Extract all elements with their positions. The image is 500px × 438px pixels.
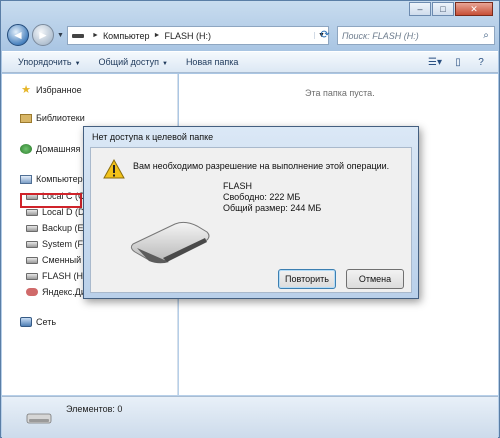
tree-item-drive[interactable]: System (F:) [26,239,89,249]
computer-icon [20,174,32,184]
recent-pages-dropdown-icon[interactable]: ▼ [57,32,64,39]
breadcrumb-computer[interactable]: Компьютер [103,31,150,41]
tree-item-yandex-disk[interactable]: Яндекс.Дис [26,287,90,297]
tree-item-libraries[interactable]: Библиотеки [20,113,85,123]
address-bar[interactable]: ► Компьютер ► FLASH (H:) ▼ [67,26,329,45]
caption-buttons: – □ ✕ [408,2,493,16]
drive-icon [26,240,38,248]
drive-icon [26,256,38,264]
tree-item-homegroup[interactable]: Домашняя г [20,144,86,154]
tree-item-computer[interactable]: Компьютер [20,174,83,184]
drive-info: FLASH Свободно: 222 МБ Общий размер: 244… [223,181,321,214]
tree-item-drive[interactable]: Сменный ( [26,255,87,265]
tree-item-drive[interactable]: Local D (D:) [26,207,90,217]
drive-icon [26,224,38,232]
minimize-button[interactable]: – [409,2,431,16]
dialog-body: Вам необходимо разрешение на выполнение … [90,147,412,293]
tree-item-label: FLASH (H:) [42,271,89,281]
command-bar: Упорядочить ▼ Общий доступ ▼ Новая папка ☰… [2,51,498,73]
tree-item-label: Библиотеки [36,113,85,123]
empty-folder-message: Эта папка пуста. [305,88,375,98]
tree-item-network[interactable]: Сеть [20,317,56,327]
breadcrumb-separator-icon[interactable]: ► [92,32,99,39]
share-label: Общий доступ [98,57,159,67]
explorer-window: – □ ✕ ◄ ► ▼ ► Компьютер ► FLASH (H:) ▼ ⟳… [0,0,500,438]
forward-button[interactable]: ► [32,24,54,46]
view-options-icon[interactable]: ☰▾ [426,55,444,70]
breadcrumb-current[interactable]: FLASH (H:) [164,31,314,41]
usb-drive-icon [26,272,38,280]
drive-total-size: Общий размер: 244 МБ [223,203,322,213]
yandex-disk-icon [26,288,38,296]
library-icon [20,113,32,123]
selection-highlight [20,193,82,208]
drive-icon [72,33,84,38]
tree-item-label: Компьютер [36,174,83,184]
drive-name: FLASH [223,181,253,191]
organize-label: Упорядочить [18,57,72,67]
tree-item-flash-drive[interactable]: FLASH (H:) [26,271,89,281]
cancel-button[interactable]: Отмена [346,269,404,289]
tree-item-label: Домашняя г [36,144,87,154]
close-button[interactable]: ✕ [455,2,493,16]
usb-drive-icon [26,413,52,424]
drive-icon [26,208,38,216]
tree-item-label: Backup (E:) [42,223,90,233]
usb-drive-icon [130,221,210,264]
access-denied-dialog: Нет доступа к целевой папке Вам необходи… [83,126,419,299]
organize-menu[interactable]: Упорядочить ▼ [18,57,81,67]
drive-free-space: Свободно: 222 МБ [223,192,301,202]
network-icon [20,317,32,327]
tree-item-label: System (F:) [42,239,89,249]
preview-pane-icon[interactable]: ▯ [449,55,467,70]
search-input[interactable]: Поиск: FLASH (H:) [342,31,478,41]
breadcrumb-separator-icon[interactable]: ► [154,32,161,39]
tree-item-favorites[interactable]: ★ Избранное [20,83,82,96]
maximize-button[interactable]: □ [432,2,454,16]
retry-button[interactable]: Повторить [278,269,336,289]
star-icon: ★ [21,84,31,96]
refresh-icon[interactable]: ⟳ [317,26,333,45]
warning-icon [103,159,125,179]
item-count: Элементов: 0 [66,404,123,414]
search-icon[interactable]: ⌕ [478,30,494,41]
chevron-down-icon: ▼ [74,61,81,67]
dialog-title: Нет доступа к целевой папке [92,132,214,142]
homegroup-icon [20,144,32,154]
details-pane: Элементов: 0 [2,396,498,438]
search-box[interactable]: Поиск: FLASH (H:) ⌕ [337,26,495,45]
tree-item-drive[interactable]: Backup (E:) [26,223,89,233]
navigation-row: ◄ ► ▼ ► Компьютер ► FLASH (H:) ▼ ⟳ Поиск… [5,23,497,49]
tree-item-label: Избранное [36,84,82,95]
share-menu[interactable]: Общий доступ ▼ [99,57,168,67]
new-folder-button[interactable]: Новая папка [186,57,238,67]
help-icon[interactable]: ? [472,55,490,70]
dialog-message: Вам необходимо разрешение на выполнение … [133,161,390,171]
back-button[interactable]: ◄ [7,24,29,46]
tree-item-label: Сменный ( [42,255,87,265]
chevron-down-icon: ▼ [161,61,168,67]
tree-item-label: Сеть [36,317,57,327]
